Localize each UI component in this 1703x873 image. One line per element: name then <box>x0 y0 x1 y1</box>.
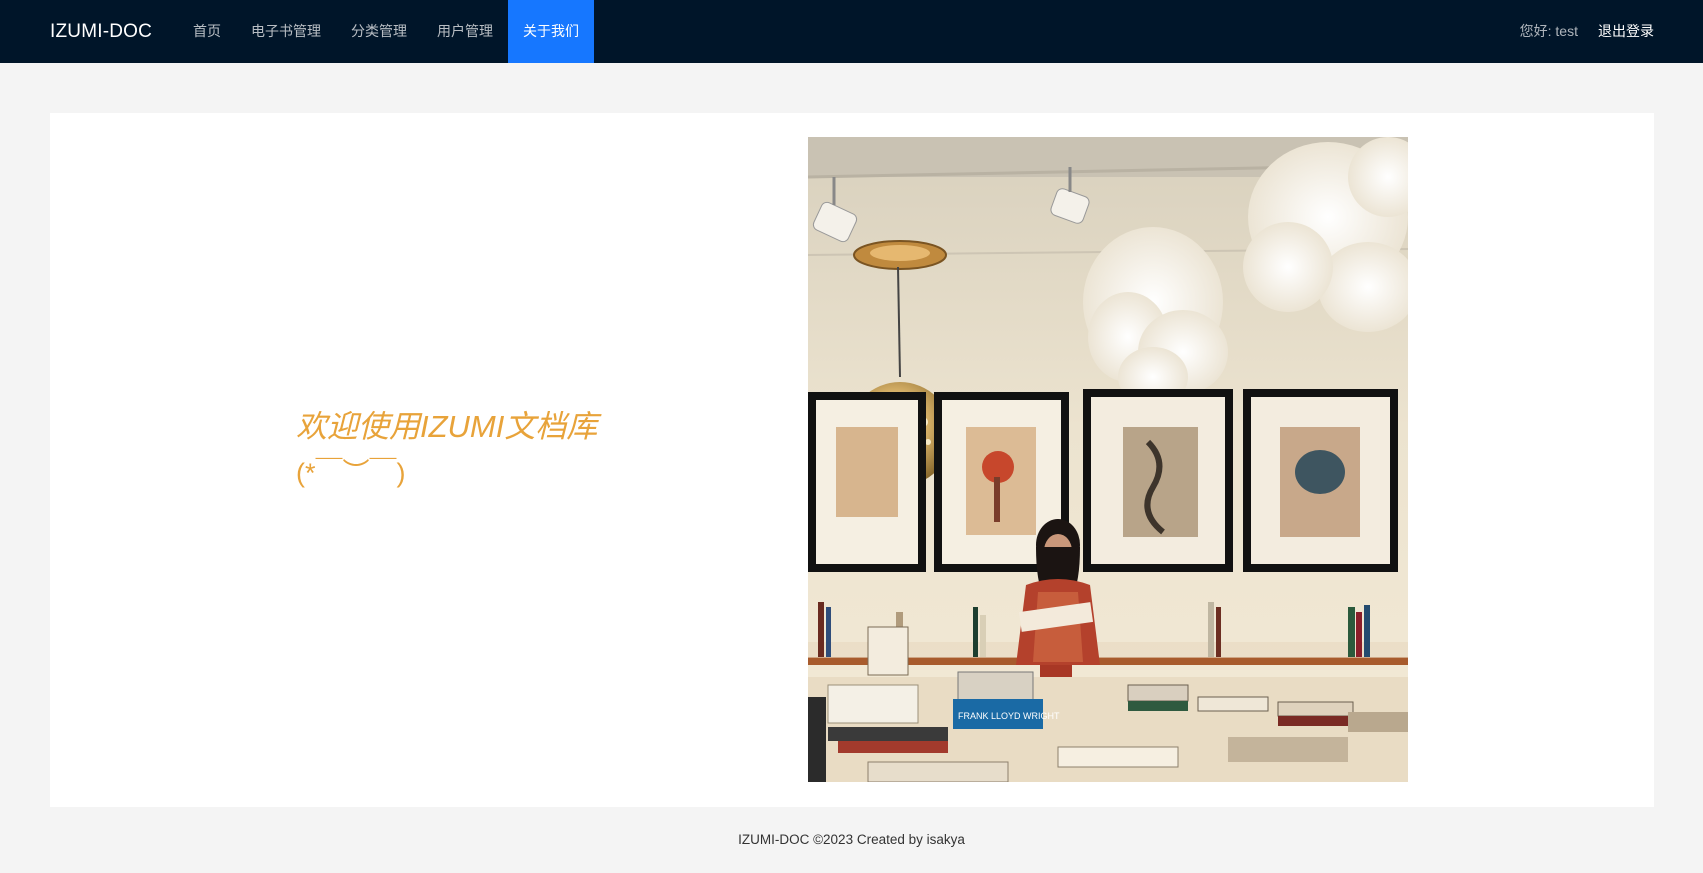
top-header: IZUMI-DOC 首页 电子书管理 分类管理 用户管理 关于我们 您好: te… <box>0 0 1703 63</box>
bookstore-photo: FRANK LLOYD WRIGHT <box>808 137 1408 782</box>
nav-item-user-management[interactable]: 用户管理 <box>422 0 508 63</box>
welcome-message: 欢迎使用IZUMI文档库 (*￣︶￣) <box>296 403 626 495</box>
nav-item-ebook-management[interactable]: 电子书管理 <box>236 0 336 63</box>
user-greeting: 您好: test <box>1519 23 1578 39</box>
logout-link[interactable]: 退出登录 <box>1598 0 1654 63</box>
nav-item-home[interactable]: 首页 <box>178 0 236 63</box>
svg-text:FRANK LLOYD WRIGHT: FRANK LLOYD WRIGHT <box>958 711 1060 721</box>
app-logo[interactable]: IZUMI-DOC <box>50 0 152 63</box>
page-footer: IZUMI-DOC ©2023 Created by isakya <box>738 832 965 847</box>
nav-item-category-management[interactable]: 分类管理 <box>336 0 422 63</box>
welcome-kaomoji: (*￣︶￣) <box>296 458 406 488</box>
welcome-title: 欢迎使用IZUMI文档库 <box>296 409 598 444</box>
bookstore-illustration: FRANK LLOYD WRIGHT <box>808 137 1408 782</box>
nav-item-about-us[interactable]: 关于我们 <box>508 0 594 63</box>
main-content: 欢迎使用IZUMI文档库 (*￣︶￣) FRANK LLOYD WRIGHT <box>50 113 1654 807</box>
user-area: 您好: test 退出登录 <box>1520 0 1654 63</box>
main-nav: 首页 电子书管理 分类管理 用户管理 关于我们 <box>178 0 594 63</box>
